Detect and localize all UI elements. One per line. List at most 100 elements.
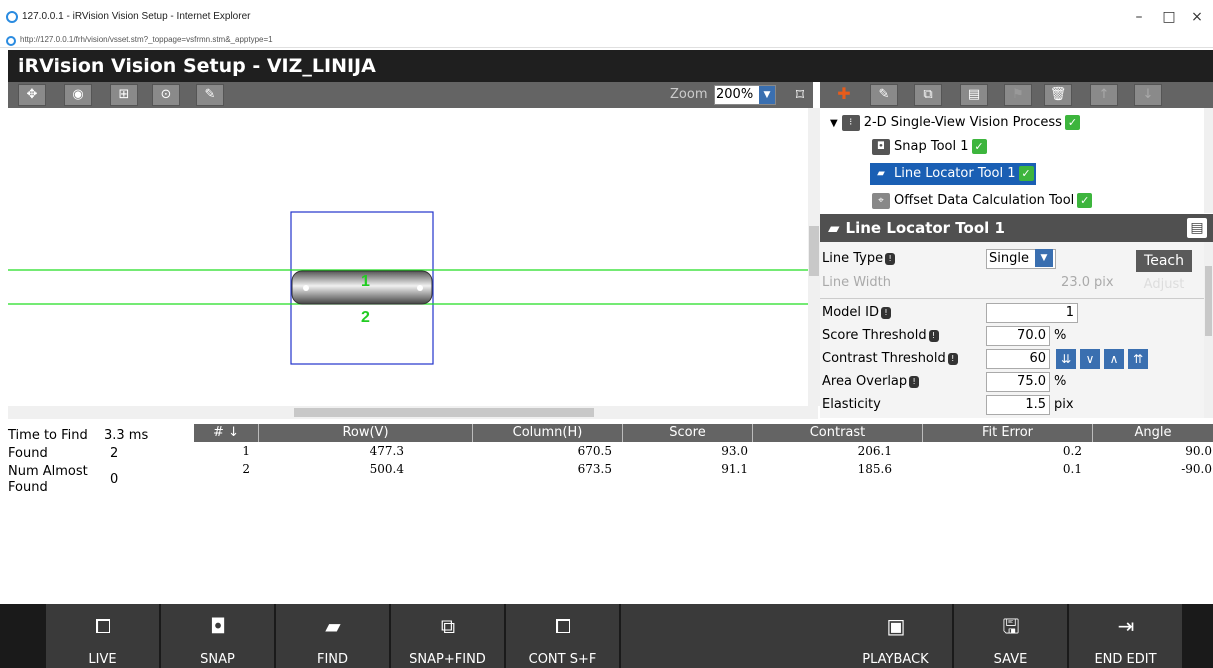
column-header[interactable]: Contrast bbox=[752, 424, 922, 442]
teach-button[interactable]: Teach bbox=[1136, 250, 1192, 272]
pointer-icon[interactable]: ✥ bbox=[18, 84, 46, 106]
rename-icon[interactable]: ⚑ bbox=[1004, 84, 1032, 106]
found-label: Found bbox=[8, 446, 48, 461]
check-icon[interactable]: ✓ bbox=[1064, 115, 1080, 130]
paste-icon[interactable]: ▤ bbox=[960, 84, 988, 106]
snap-mode-icon[interactable]: ◉ bbox=[64, 84, 92, 106]
line-width-value: 23.0 bbox=[1061, 275, 1090, 290]
save-icon: 🖫 bbox=[1002, 614, 1020, 638]
column-header[interactable]: Fit Error bbox=[922, 424, 1092, 442]
copy-icon[interactable]: ⧉ bbox=[914, 84, 942, 106]
tree-item-line-locator[interactable]: ▰ Line Locator Tool 1 ✓ bbox=[870, 163, 1036, 185]
line-label-2: 2 bbox=[361, 309, 370, 326]
info-icon: ! bbox=[881, 306, 892, 319]
line-locator-icon: ▰ bbox=[872, 165, 890, 182]
column-header[interactable]: Score bbox=[622, 424, 752, 442]
tool-panel-title: Line Locator Tool 1 bbox=[845, 219, 1005, 237]
snap-button[interactable]: ◘ SNAP bbox=[161, 604, 274, 668]
pen-icon[interactable]: ✎ bbox=[196, 84, 224, 106]
contrast-threshold-label: Contrast Threshold! bbox=[822, 348, 958, 370]
scroll-thumb[interactable] bbox=[294, 408, 594, 417]
edit-icon[interactable]: ✎ bbox=[870, 84, 898, 106]
close-button[interactable]: × bbox=[1182, 4, 1212, 30]
grab-icon[interactable]: ⊞ bbox=[110, 84, 138, 106]
model-id-label: Model ID! bbox=[822, 302, 892, 324]
collapse-icon[interactable]: ▼ bbox=[830, 118, 838, 129]
column-header[interactable]: Angle bbox=[1092, 424, 1213, 442]
find-button[interactable]: ▰ FIND bbox=[276, 604, 389, 668]
fit-to-window-icon[interactable]: ⌑ bbox=[788, 85, 812, 105]
tree-item-snap-tool[interactable]: ◘ Snap Tool 1 ✓ bbox=[872, 136, 987, 158]
address-bar[interactable]: http://127.0.0.1/frh/vision/vsset.stm?_t… bbox=[0, 34, 1213, 48]
line-type-select[interactable]: Single ▼ bbox=[986, 249, 1056, 269]
playback-button[interactable]: ▣ PLAYBACK bbox=[839, 604, 952, 668]
results-table-header: # ↓ Row(V) Column(H) Score Contrast Fit … bbox=[194, 424, 1213, 442]
elasticity-label: Elasticity bbox=[822, 397, 881, 412]
score-threshold-input[interactable]: 70.0 bbox=[986, 326, 1050, 346]
live-button[interactable]: ⧠ LIVE bbox=[46, 604, 159, 668]
column-header[interactable]: Row(V) bbox=[258, 424, 472, 442]
image-horizontal-scrollbar[interactable] bbox=[8, 406, 818, 419]
line-type-label: Line Type! bbox=[822, 248, 896, 270]
image-view[interactable]: 1 2 bbox=[8, 108, 808, 406]
tree-item-offset-tool[interactable]: ⌖ Offset Data Calculation Tool ✓ bbox=[872, 190, 1093, 212]
found-value: 2 bbox=[110, 446, 119, 461]
image-canvas: 1 2 bbox=[8, 211, 808, 365]
end-edit-button[interactable]: ⇥ END EDIT bbox=[1069, 604, 1182, 668]
column-header[interactable]: Column(H) bbox=[472, 424, 622, 442]
maximize-button[interactable]: □ bbox=[1154, 4, 1184, 30]
snap-find-button[interactable]: ⧉ SNAP+FIND bbox=[391, 604, 504, 668]
area-overlap-input[interactable]: 75.0 bbox=[986, 372, 1050, 392]
center-icon[interactable]: ⊙ bbox=[152, 84, 180, 106]
column-header[interactable]: # ↓ bbox=[194, 424, 258, 442]
move-up-icon[interactable]: ↑ bbox=[1090, 84, 1118, 106]
scroll-thumb[interactable] bbox=[809, 226, 819, 276]
delete-icon[interactable]: 🗑 bbox=[1044, 84, 1072, 106]
zoom-label: Zoom bbox=[670, 87, 708, 102]
results-summary: Time to Find 3.3 ms Found 2 Num Almost F… bbox=[8, 424, 193, 604]
chevron-up-icon[interactable]: ∧ bbox=[1104, 349, 1124, 369]
check-icon[interactable]: ✓ bbox=[1018, 166, 1034, 181]
ie-icon bbox=[6, 11, 18, 23]
live-icon: ⧠ bbox=[95, 614, 111, 638]
cont-snap-find-button[interactable]: ⧠ CONT S+F bbox=[506, 604, 619, 668]
find-icon: ▰ bbox=[325, 614, 341, 638]
chevron-down-icon[interactable]: ∨ bbox=[1080, 349, 1100, 369]
end-edit-icon: ⇥ bbox=[1117, 614, 1135, 638]
elasticity-input[interactable]: 1.5 bbox=[986, 395, 1050, 415]
time-to-find-value: 3.3 ms bbox=[104, 428, 149, 443]
save-button[interactable]: 🖫 SAVE bbox=[954, 604, 1067, 668]
adjust-button[interactable]: Adjust bbox=[1136, 274, 1192, 296]
tree-item-process[interactable]: ▼ ⁝ 2-D Single-View Vision Process ✓ bbox=[830, 112, 1080, 134]
vision-process-tree: ▼ ⁝ 2-D Single-View Vision Process ✓ ◘ Snap … bbox=[820, 108, 1213, 213]
chevron-down-icon: ▼ bbox=[759, 86, 775, 104]
window-titlebar: 127.0.0.1 - iRVision Vision Setup - Inte… bbox=[0, 0, 1213, 34]
zoom-select[interactable]: 200% ▼ bbox=[714, 85, 776, 105]
move-down-icon[interactable]: ↓ bbox=[1134, 84, 1162, 106]
scroll-thumb[interactable] bbox=[1205, 266, 1212, 336]
results-table: # ↓ Row(V) Column(H) Score Contrast Fit … bbox=[194, 424, 1213, 604]
table-row[interactable]: 1 477.3 670.5 93.0 206.1 0.2 90.0 bbox=[194, 444, 1213, 462]
check-icon[interactable]: ✓ bbox=[1077, 193, 1093, 208]
check-icon[interactable]: ✓ bbox=[971, 139, 987, 154]
address-url[interactable]: http://127.0.0.1/frh/vision/vsset.stm?_t… bbox=[20, 35, 273, 44]
double-chevron-down-icon[interactable]: ⇊ bbox=[1056, 349, 1076, 369]
process-icon: ⁝ bbox=[841, 114, 860, 131]
tree-scrollbar[interactable] bbox=[1204, 108, 1213, 213]
table-row[interactable]: 2 500.4 673.5 91.1 185.6 0.1 -90.0 bbox=[194, 462, 1213, 480]
num-almost-found-value: 0 bbox=[110, 472, 119, 487]
properties-scrollbar[interactable] bbox=[1204, 242, 1213, 418]
info-icon: ! bbox=[909, 375, 920, 388]
empty-button-2 bbox=[730, 604, 843, 668]
minimize-button[interactable]: – bbox=[1124, 4, 1154, 30]
double-chevron-up-icon[interactable]: ⇈ bbox=[1128, 349, 1148, 369]
tool-panel-header: ▰ Line Locator Tool 1 ▤ bbox=[820, 214, 1213, 242]
score-threshold-label: Score Threshold! bbox=[822, 325, 939, 347]
contrast-threshold-input[interactable]: 60 bbox=[986, 349, 1050, 369]
model-id-input[interactable]: 1 bbox=[986, 303, 1078, 323]
image-vertical-scrollbar[interactable] bbox=[808, 108, 820, 406]
part-hole-left bbox=[303, 285, 309, 291]
sort-arrow-icon: ↓ bbox=[228, 425, 239, 440]
add-tool-icon[interactable]: ✚ bbox=[830, 84, 858, 106]
panel-menu-icon[interactable]: ▤ bbox=[1187, 218, 1207, 238]
